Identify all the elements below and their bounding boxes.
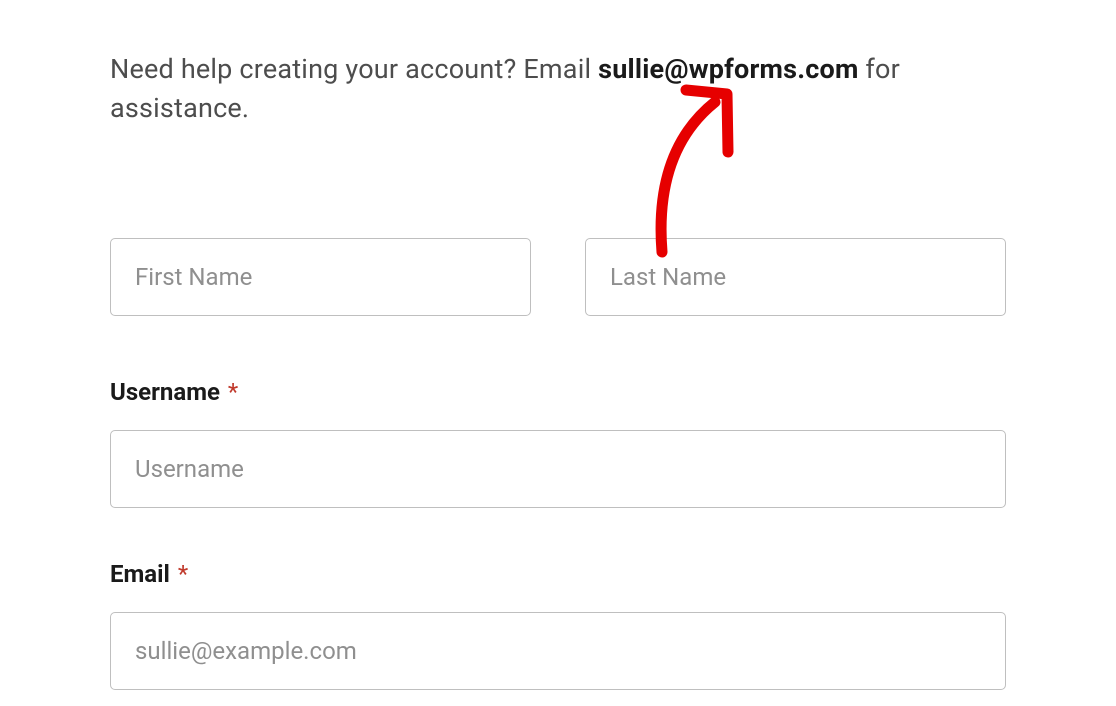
name-row: [110, 238, 1006, 316]
first-name-group: [110, 238, 531, 316]
required-star: *: [228, 378, 238, 406]
username-label-text: Username: [110, 378, 220, 406]
help-email: sullie@wpforms.com: [598, 53, 858, 85]
last-name-group: [585, 238, 1006, 316]
username-label: Username *: [110, 378, 1006, 406]
first-name-input[interactable]: [110, 238, 531, 316]
help-text-prefix: Need help creating your account? Email: [110, 53, 598, 85]
form-container: Need help creating your account? Email s…: [0, 0, 1116, 690]
username-group: Username *: [110, 378, 1006, 508]
email-group: Email *: [110, 560, 1006, 690]
last-name-input[interactable]: [585, 238, 1006, 316]
email-label-text: Email: [110, 560, 170, 588]
email-input[interactable]: [110, 612, 1006, 690]
email-label: Email *: [110, 560, 1006, 588]
help-text: Need help creating your account? Email s…: [110, 50, 1006, 128]
required-star: *: [178, 560, 188, 588]
username-input[interactable]: [110, 430, 1006, 508]
